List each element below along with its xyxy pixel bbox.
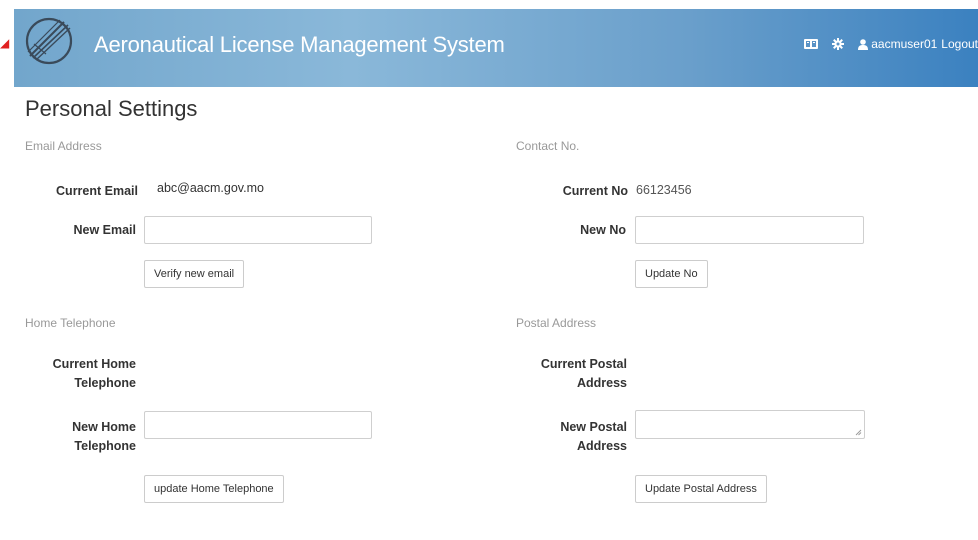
update-home-telephone-button[interactable]: update Home Telephone <box>144 475 284 503</box>
current-home-telephone-label: Current Home Telephone <box>53 355 136 393</box>
new-postal-address-textarea[interactable] <box>635 410 865 439</box>
verify-new-email-button[interactable]: Verify new email <box>144 260 245 288</box>
app-title: Aeronautical License Management System <box>94 32 505 57</box>
current-email-value: abc@aacm.gov.mo <box>157 181 264 195</box>
home-telephone-section-title: Home Telephone <box>25 316 116 330</box>
new-email-input[interactable] <box>144 216 372 244</box>
new-home-telephone-label: New Home Telephone <box>72 418 136 456</box>
current-postal-address-label-line2: Address <box>576 376 627 390</box>
new-no-input[interactable] <box>635 216 864 244</box>
page-title: Personal Settings <box>25 96 198 121</box>
current-postal-address-label-line1: Current Postal <box>540 357 627 371</box>
username: aacmuser01 <box>871 37 938 51</box>
postal-address-section-title: Postal Address <box>516 316 597 330</box>
user-icon <box>858 38 869 50</box>
red-marker: ◢ <box>0 36 10 50</box>
logout-link[interactable]: Logout <box>941 37 978 51</box>
current-home-telephone-label-line1: Current Home <box>52 357 136 371</box>
resize-grip-icon[interactable] <box>855 429 862 436</box>
new-no-label: New No <box>580 223 626 237</box>
new-postal-address-label-line1: New Postal <box>560 420 627 434</box>
header-actions: aacmuser01 Logout <box>804 36 978 52</box>
new-email-label: New Email <box>73 223 136 237</box>
new-home-telephone-input[interactable] <box>144 411 372 439</box>
app-header: Aeronautical License Management System a… <box>14 9 978 87</box>
current-no-value: 66123456 <box>636 183 692 197</box>
current-email-label: Current Email <box>56 184 138 198</box>
update-postal-address-button[interactable]: Update Postal Address <box>635 475 767 503</box>
contact-section-title: Contact No. <box>516 139 580 153</box>
new-home-telephone-label-line2: Telephone <box>74 439 136 453</box>
language-icon[interactable] <box>804 39 819 49</box>
app-logo <box>25 17 73 65</box>
gear-icon[interactable] <box>832 38 845 50</box>
current-no-label: Current No <box>562 184 628 198</box>
email-section-title: Email Address <box>25 139 102 153</box>
update-no-button[interactable]: Update No <box>635 260 708 288</box>
new-postal-address-label-line2: Address <box>576 439 627 453</box>
user-menu[interactable]: aacmuser01 <box>858 37 937 51</box>
current-postal-address-label: Current Postal Address <box>541 355 627 393</box>
new-home-telephone-label-line1: New Home <box>72 420 136 434</box>
new-postal-address-label: New Postal Address <box>560 418 627 456</box>
current-home-telephone-label-line2: Telephone <box>74 376 136 390</box>
